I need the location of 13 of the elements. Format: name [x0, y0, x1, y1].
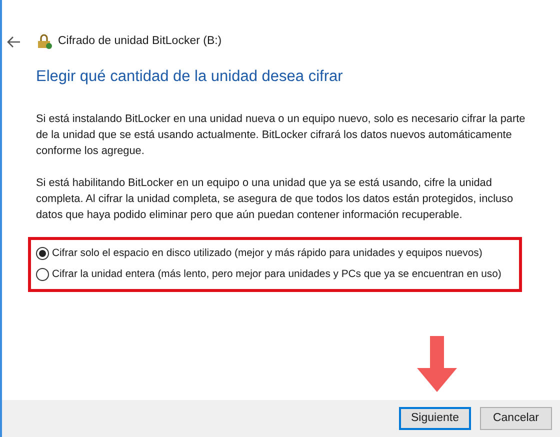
description-paragraph: Si está habilitando BitLocker en un equipo o una unidad que ya se está usando, cifre la unidad completa. Al cifrar la unidad completa, se asegura de que todos los datos están protegidos, incluso datos que haya podido eliminar pero que aún puedan contener información recuperable. [36, 176, 514, 222]
description-paragraph: Si está instalando BitLocker en una unidad nueva o un equipo nuevo, solo es necesario cifrar la parte de la unidad que se está usando actualmente. BitLocker cifrará los datos nuevos automáticamente conforme los agregue. [36, 112, 526, 158]
window-title: Cifrado de unidad BitLocker (B:) [58, 34, 222, 49]
page-heading: Elegir qué cantidad de la unidad desea cifrar [36, 67, 344, 88]
radio-option[interactable]: Cifrar solo el espacio en disco utilizado (mejor y más rápido para unidades y equipos nuevos) [36, 246, 519, 262]
drive-lock-icon [37, 34, 53, 50]
radio-option[interactable]: Cifrar la unidad entera (más lento, pero mejor para unidades y PCs que ya se encuentran en uso) [36, 267, 519, 283]
cancel-button[interactable]: Cancelar [480, 407, 552, 430]
radio-button[interactable] [36, 246, 49, 260]
down-arrow-icon [417, 336, 457, 392]
next-button[interactable]: Siguiente [399, 407, 471, 430]
radio-button[interactable] [36, 268, 49, 282]
back-arrow-icon[interactable] [7, 36, 21, 48]
